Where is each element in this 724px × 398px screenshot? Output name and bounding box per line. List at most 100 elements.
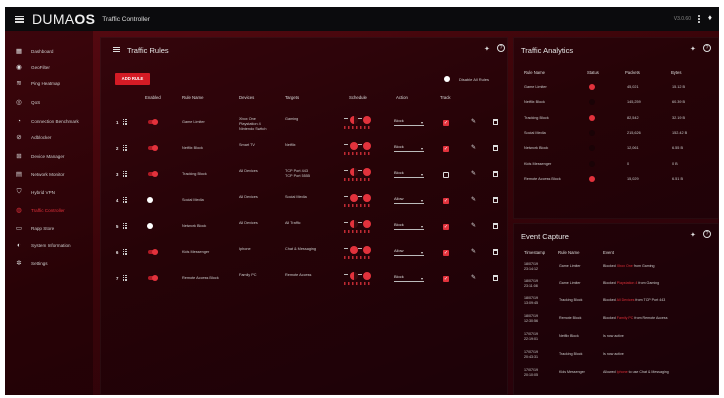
add-rule-button[interactable]: ADD RULE (115, 73, 150, 85)
sidebar-item[interactable]: ◍ Traffic Controller (5, 204, 93, 216)
help-icon[interactable]: ? (703, 44, 711, 52)
track-checkbox[interactable]: ✓ (443, 198, 449, 204)
sidebar-item-label: Adblocker (31, 134, 52, 140)
pin-icon[interactable]: ✦ (484, 45, 490, 53)
delete-icon[interactable] (493, 119, 498, 125)
schedule-widget[interactable] (341, 245, 375, 261)
col-action: Action (396, 95, 408, 100)
rule-targets: Social Media (285, 195, 307, 200)
pin-icon[interactable]: ✦ (690, 231, 696, 239)
bytes-value: 6.55 B (672, 146, 683, 150)
dashboard-icon: ▦ (15, 48, 23, 55)
enabled-toggle[interactable] (147, 197, 158, 203)
event-text: Blocked Playstation 4 from Gaming (603, 281, 659, 286)
drag-handle-icon[interactable] (123, 249, 127, 255)
sidebar-item[interactable]: ◉ GeoFilter (5, 61, 93, 73)
table-row: 4 Social Media All Devices Social Media Allo… (101, 194, 509, 219)
col-enabled: Enabled (145, 95, 161, 100)
schedule-widget[interactable] (341, 141, 375, 157)
pin-icon[interactable]: ✦ (690, 45, 696, 53)
schedule-widget[interactable] (341, 271, 375, 287)
action-select[interactable]: Block ▾ (394, 222, 424, 230)
more-options-icon[interactable] (698, 15, 700, 23)
drag-handle-icon[interactable] (123, 197, 127, 203)
rule-number: 4 (116, 198, 119, 203)
sidebar-item[interactable]: ▦ Dashboard (5, 45, 93, 57)
col-rule-name: Rule Name (182, 95, 204, 100)
edit-icon[interactable]: ✎ (471, 274, 476, 281)
sidebar-item[interactable]: ◎ QoS (5, 96, 93, 108)
settings-gear-icon: ✲ (16, 260, 22, 267)
enabled-toggle[interactable] (147, 119, 158, 125)
action-select[interactable]: Allow ▾ (394, 248, 424, 256)
drag-handle-icon[interactable] (123, 145, 127, 151)
track-checkbox[interactable]: ✓ (443, 224, 449, 230)
sidebar-item[interactable]: ⊞ Device Manager (5, 150, 93, 162)
sidebar-item[interactable]: ▤ Network Monitor (5, 168, 93, 180)
enabled-toggle[interactable] (147, 171, 158, 177)
menu-icon[interactable] (15, 15, 24, 23)
sidebar-item[interactable]: ⊘ Adblocker (5, 131, 93, 143)
delete-icon[interactable] (493, 249, 498, 255)
enabled-toggle[interactable] (147, 223, 158, 229)
edit-icon[interactable]: ✎ (471, 170, 476, 177)
delete-icon[interactable] (493, 171, 498, 177)
help-icon[interactable]: ? (497, 44, 505, 52)
dumaos-logo: DUMAOS (32, 11, 96, 27)
col-status: Status (587, 70, 599, 75)
sidebar-item[interactable]: ◐ System Information (5, 239, 93, 251)
action-select[interactable]: Block ▾ (394, 274, 424, 282)
schedule-end-dial (363, 116, 371, 124)
traffic-analytics-panel: Traffic Analytics ✦ ? Rule Name Status P… (513, 37, 719, 219)
schedule-start-dial (350, 194, 358, 202)
notification-bell-icon[interactable]: ♦ (708, 14, 712, 22)
help-icon[interactable]: ? (703, 230, 711, 238)
enabled-toggle[interactable] (147, 249, 158, 255)
event-text: Blocked Family PC from Remote Access (603, 316, 668, 321)
device-entry: Nintendo Switch (239, 127, 267, 131)
track-checkbox[interactable] (443, 172, 449, 178)
sidebar-item[interactable]: ▭ Rapp Store (5, 222, 93, 234)
table-row: 1 Game Limiter Xbox One Playstation 4 Ninten… (101, 116, 509, 141)
schedule-widget[interactable] (341, 167, 375, 183)
schedule-widget[interactable] (341, 115, 375, 131)
schedule-widget[interactable] (341, 193, 375, 209)
sidebar-item-label: System Information (31, 242, 71, 248)
disable-all-rules-toggle[interactable]: Disable All Rules (444, 76, 489, 82)
action-select[interactable]: Block ▾ (394, 144, 424, 152)
sidebar-item[interactable]: ✲ Settings (5, 257, 93, 269)
action-select[interactable]: Block ▾ (394, 118, 424, 126)
drag-handle-icon[interactable] (123, 119, 127, 125)
edit-icon[interactable]: ✎ (471, 118, 476, 125)
action-select[interactable]: Allow ▾ (394, 196, 424, 204)
edit-icon[interactable]: ✎ (471, 248, 476, 255)
sidebar-item[interactable]: ⛉ Hybrid VPN (5, 186, 93, 198)
track-checkbox[interactable]: ✓ (443, 146, 449, 152)
track-checkbox[interactable]: ✓ (443, 276, 449, 282)
track-checkbox[interactable]: ✓ (443, 250, 449, 256)
edit-icon[interactable]: ✎ (471, 222, 476, 229)
edit-icon[interactable]: ✎ (471, 144, 476, 151)
sidebar-item[interactable]: ◔ Connection Benchmark (5, 115, 93, 127)
rule-name: Network Block (182, 224, 207, 228)
enabled-toggle[interactable] (147, 145, 158, 151)
delete-icon[interactable] (493, 223, 498, 229)
analytics-rule-name: Tracking Block (524, 116, 549, 120)
panel-menu-icon[interactable] (113, 47, 120, 52)
drag-handle-icon[interactable] (123, 223, 127, 229)
drag-handle-icon[interactable] (123, 275, 127, 281)
sidebar-item[interactable]: ≋ Ping Heatmap (5, 77, 93, 89)
sidebar-item-label: Rapp Store (31, 225, 55, 231)
schedule-widget[interactable] (341, 219, 375, 235)
rule-targets: Chat & Messaging (285, 247, 316, 252)
enabled-toggle[interactable] (147, 275, 158, 281)
delete-icon[interactable] (493, 145, 498, 151)
track-checkbox[interactable]: ✓ (443, 120, 449, 126)
bytes-value: 15.12 B (672, 85, 686, 89)
action-select[interactable]: Block ▾ (394, 170, 424, 178)
delete-icon[interactable] (493, 275, 498, 281)
delete-icon[interactable] (493, 197, 498, 203)
edit-icon[interactable]: ✎ (471, 196, 476, 203)
drag-handle-icon[interactable] (123, 171, 127, 177)
rule-number: 3 (116, 172, 119, 177)
